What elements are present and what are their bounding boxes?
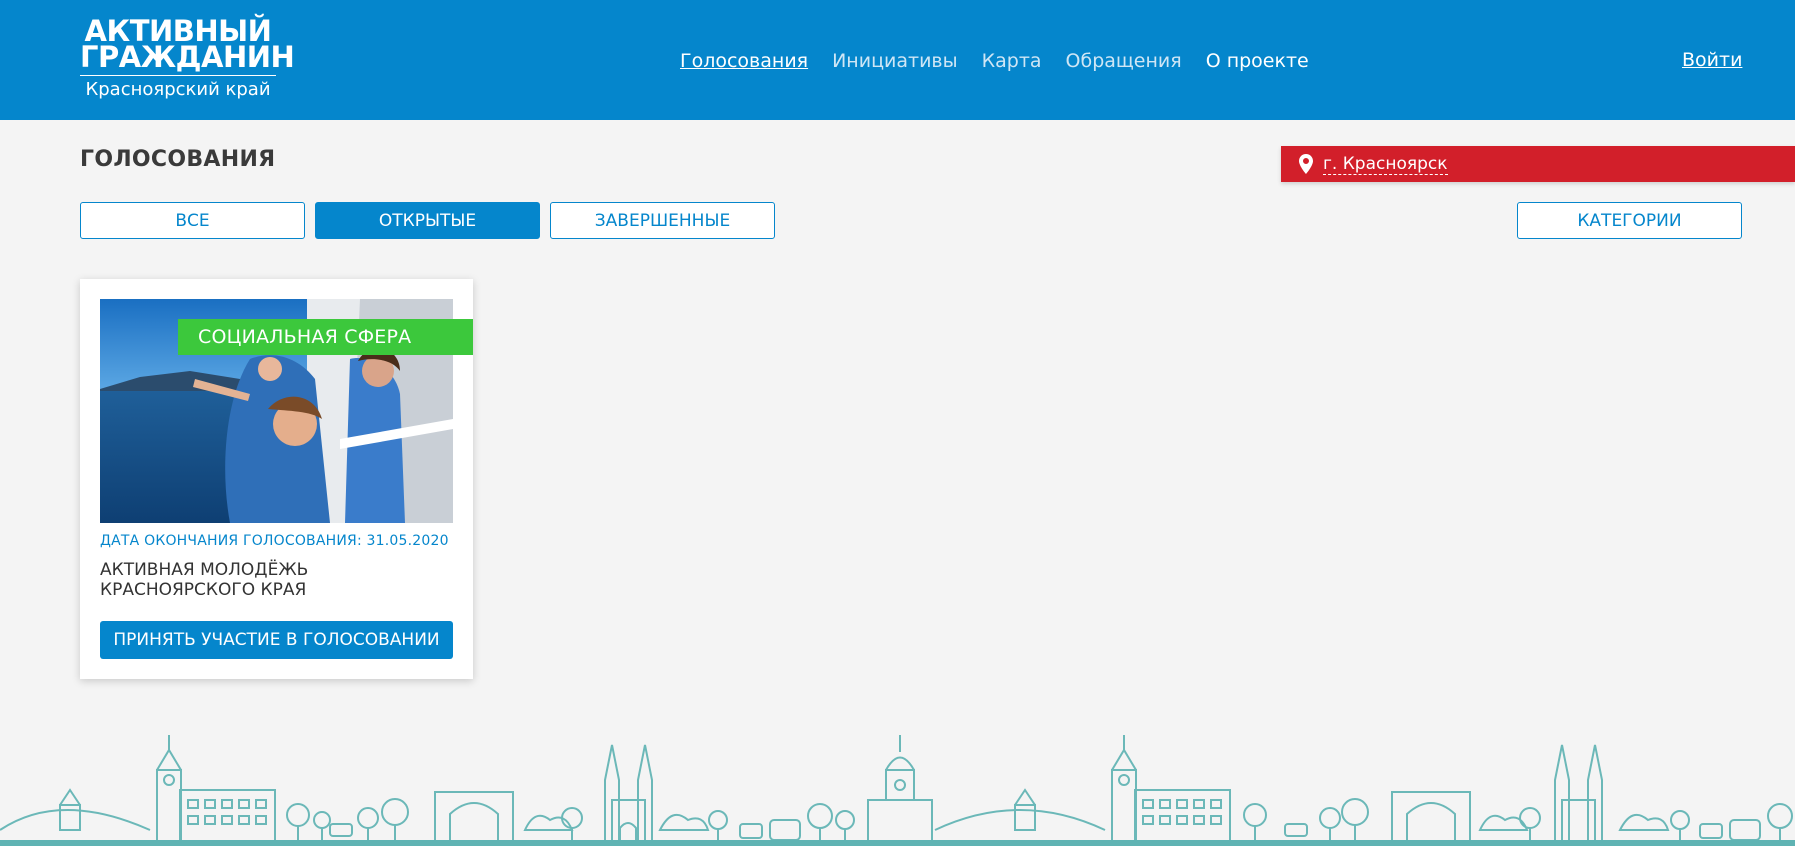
nav-item-appeals[interactable]: Обращения [1066, 49, 1182, 73]
logo-subtitle: Красноярский край [85, 79, 271, 100]
location-link[interactable]: г. Красноярск [1323, 154, 1448, 175]
filter-finished-button[interactable]: ЗАВЕРШЕННЫЕ [550, 202, 775, 239]
page-title: ГОЛОСОВАНИЯ [80, 147, 276, 172]
login-link[interactable]: Войти [1682, 49, 1742, 71]
nav-item-initiatives[interactable]: Инициативы [832, 49, 958, 73]
poll-card: СОЦИАЛЬНАЯ СФЕРА ДАТА ОКОНЧАНИЯ ГОЛОСОВА… [80, 279, 473, 679]
nav-item-votes[interactable]: Голосования [680, 49, 808, 73]
filter-open-button[interactable]: ОТКРЫТЫЕ [315, 202, 540, 239]
main-nav: Голосования Инициативы Карта Обращения О… [680, 49, 1309, 73]
poll-title[interactable]: АКТИВНАЯ МОЛОДЁЖЬ КРАСНОЯРСКОГО КРАЯ [100, 560, 440, 600]
nav-item-map[interactable]: Карта [982, 49, 1042, 73]
city-skyline-illustration [0, 735, 1795, 846]
site-header: АКТИВНЫЙ ГРАЖДАНИН Красноярский край Гол… [0, 0, 1795, 120]
location-bar: г. Красноярск [1281, 146, 1795, 182]
nav-item-about[interactable]: О проекте [1206, 49, 1309, 73]
logo-line2: ГРАЖДАНИН [80, 40, 295, 74]
filter-all-button[interactable]: ВСЕ [80, 202, 305, 239]
logo-divider [80, 75, 276, 76]
map-pin-icon [1299, 154, 1313, 174]
categories-button[interactable]: КАТЕГОРИИ [1517, 202, 1742, 239]
poll-end-date: ДАТА ОКОНЧАНИЯ ГОЛОСОВАНИЯ: 31.05.2020 [100, 533, 449, 549]
site-logo[interactable]: АКТИВНЫЙ ГРАЖДАНИН Красноярский край [80, 17, 295, 101]
category-badge: СОЦИАЛЬНАЯ СФЕРА [178, 319, 473, 355]
participate-button[interactable]: ПРИНЯТЬ УЧАСТИЕ В ГОЛОСОВАНИИ [100, 621, 453, 659]
